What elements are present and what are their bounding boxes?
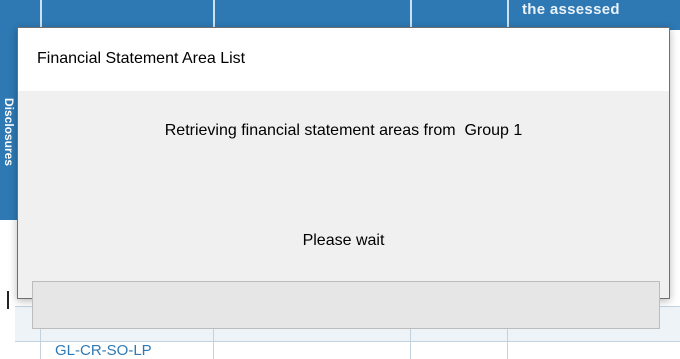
background-cell-link[interactable]: GL-CR-SO-LP [55, 343, 152, 359]
background-edge-mark [7, 291, 9, 309]
progress-bar [32, 281, 660, 329]
column-divider [213, 0, 215, 30]
column-divider [410, 0, 412, 30]
dialog-title: Financial Statement Area List [37, 50, 246, 67]
column-divider [507, 0, 509, 30]
wait-message: Please wait [302, 232, 385, 249]
dialog-titlebar[interactable]: Financial Statement Area List [18, 28, 669, 91]
progress-dialog: Financial Statement Area List Retrieving… [17, 27, 670, 329]
status-message: Retrieving financial statement areas fro… [164, 122, 523, 139]
column-divider [40, 0, 42, 30]
background-side-label: Disclosures [2, 97, 16, 167]
background-column-header: the assessed [522, 3, 620, 17]
